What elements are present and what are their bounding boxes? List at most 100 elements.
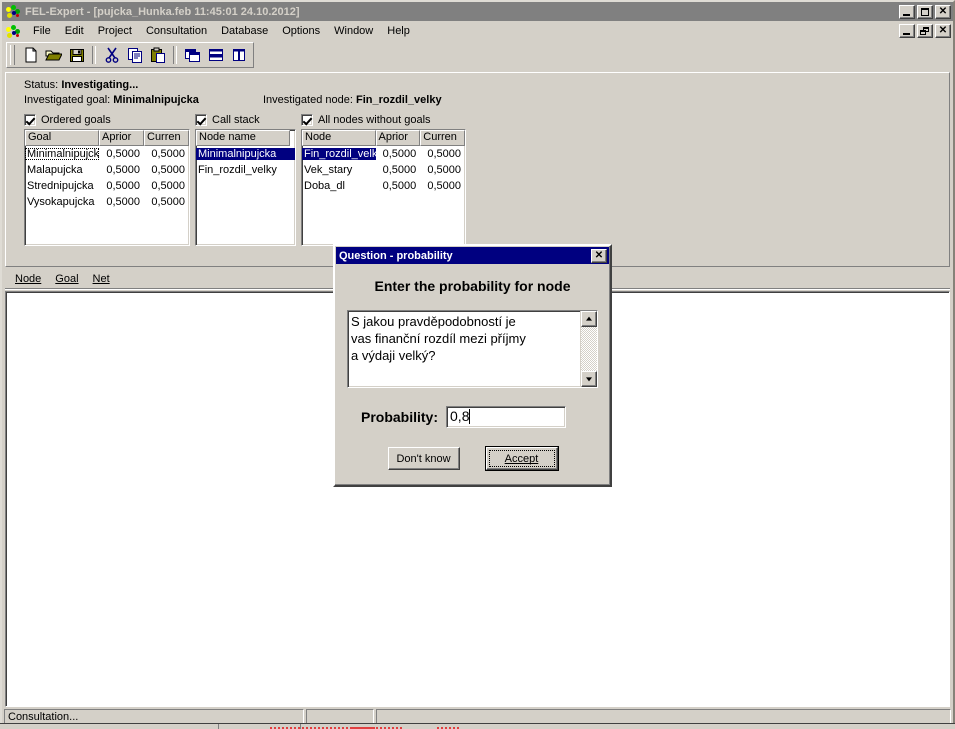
dialog-close-button[interactable]: ✕: [591, 248, 607, 263]
minimize-button[interactable]: [899, 4, 915, 19]
column-header-aprior[interactable]: Aprior: [375, 130, 421, 146]
question-text: S jakou pravděpodobností je vas finanční…: [351, 314, 526, 363]
toolbar-separator-2: [173, 46, 177, 64]
mdi-document-icon[interactable]: [5, 24, 21, 39]
open-folder-icon: [45, 50, 62, 61]
call-stack-node-name: Minimalnipujcka: [196, 148, 295, 160]
focus-indicator: [488, 450, 555, 467]
list-item[interactable]: Fin_rozdil_velky: [196, 162, 295, 178]
menu-item-consultation[interactable]: Consultation: [139, 23, 214, 39]
question-scrollbar[interactable]: [580, 311, 597, 387]
ordered-goals-columns: Goal Aprior Curren: [25, 130, 189, 146]
probability-label: Probability:: [361, 409, 439, 425]
node-aprior: 0,5000: [382, 180, 417, 192]
menu-item-options[interactable]: Options: [275, 23, 327, 39]
all-nodes-panel: All nodes without goals Node Aprior Curr…: [301, 113, 466, 246]
close-icon: ✕: [938, 5, 948, 17]
column-header-node[interactable]: Node: [302, 130, 376, 146]
goal-current: 0,5000: [151, 196, 185, 208]
mdi-menu-item-net[interactable]: Net: [87, 272, 118, 286]
all-nodes-listview[interactable]: Node Aprior Curren Fin_rozdil_velky 0,50…: [301, 129, 466, 246]
child-minimize-button[interactable]: [899, 24, 915, 38]
node-aprior: 0,5000: [382, 164, 417, 176]
maximize-button[interactable]: [917, 4, 933, 19]
node-current: 0,5000: [427, 180, 461, 192]
node-name: Vek_stary: [304, 164, 353, 176]
ordered-goals-checkbox[interactable]: [24, 114, 36, 126]
node-current: 0,5000: [427, 164, 461, 176]
table-row[interactable]: Vek_stary 0,5000 0,5000: [302, 162, 465, 178]
probability-row: Probability: 0,8: [335, 406, 610, 428]
consultation-lists: Ordered goals Goal Aprior Curren Minimal…: [24, 113, 949, 246]
tile-vertical-icon: [232, 49, 245, 61]
close-button[interactable]: ✕: [935, 4, 951, 19]
menu-item-database[interactable]: Database: [214, 23, 275, 39]
child-restore-button[interactable]: [917, 24, 933, 38]
main-window-controls: ✕: [899, 4, 951, 19]
background-window-edge: [0, 723, 955, 729]
scrollbar-track[interactable]: [581, 327, 597, 371]
mdi-menu-goal-label: Goal: [55, 273, 79, 285]
status-line: Status: Investigating...: [24, 79, 949, 91]
menu-item-file[interactable]: File: [26, 23, 58, 39]
main-toolbar: [2, 41, 953, 69]
call-stack-header[interactable]: Call stack: [195, 113, 296, 127]
paste-button[interactable]: [146, 44, 169, 66]
mdi-menu-item-goal[interactable]: Goal: [49, 272, 86, 286]
column-header-node-name[interactable]: Node name: [196, 130, 290, 146]
call-stack-listview[interactable]: Node name Minimalnipujcka Fin_rozdil_vel…: [195, 129, 296, 246]
scroll-down-arrow-icon[interactable]: [581, 371, 597, 387]
call-stack-checkbox[interactable]: [195, 114, 207, 126]
column-header-curren[interactable]: Curren: [144, 130, 189, 146]
probability-input[interactable]: 0,8: [446, 406, 567, 428]
save-button[interactable]: [65, 44, 88, 66]
goal-name: Strednipujcka: [27, 180, 94, 192]
copy-icon: [127, 48, 142, 63]
table-row[interactable]: Fin_rozdil_velky 0,5000 0,5000: [302, 146, 465, 162]
tile-horizontal-button[interactable]: [204, 44, 227, 66]
menu-item-window[interactable]: Window: [327, 23, 380, 39]
dialog-heading: Enter the probability for node: [374, 278, 571, 294]
copy-button[interactable]: [123, 44, 146, 66]
column-header-goal[interactable]: Goal: [25, 130, 99, 146]
dialog-titlebar: Question - probability ✕: [336, 247, 609, 264]
investigated-goal-value: Minimalnipujcka: [113, 94, 199, 106]
mdi-menu-item-node[interactable]: Node: [9, 272, 49, 286]
scroll-up-arrow-icon[interactable]: [581, 311, 597, 327]
menu-item-help[interactable]: Help: [380, 23, 417, 39]
ordered-goals-header[interactable]: Ordered goals: [24, 113, 190, 127]
dont-know-label: Don't know: [396, 452, 451, 465]
ordered-goals-listview[interactable]: Goal Aprior Curren Minimalnipujcka 0,500…: [24, 129, 190, 246]
table-row[interactable]: Doba_dl 0,5000 0,5000: [302, 178, 465, 194]
call-stack-panel: Call stack Node name Minimalnipujcka Fin…: [195, 113, 296, 246]
status-label: Status:: [24, 79, 59, 91]
node-name: Fin_rozdil_velky: [302, 148, 376, 160]
menu-item-project[interactable]: Project: [91, 23, 139, 39]
goal-name: Vysokapujcka: [27, 196, 95, 208]
tile-vertical-button[interactable]: [227, 44, 250, 66]
mdi-child-window-controls: ✕: [899, 24, 951, 38]
all-nodes-header[interactable]: All nodes without goals: [301, 113, 466, 127]
child-close-icon: ✕: [938, 25, 948, 36]
tile-horizontal-icon: [208, 49, 223, 61]
table-row[interactable]: Vysokapujcka 0,5000 0,5000: [25, 194, 189, 210]
investigation-line: Investigated goal: Minimalnipujcka Inves…: [24, 94, 949, 106]
goal-current: 0,5000: [151, 148, 185, 160]
table-row[interactable]: Malapujcka 0,5000 0,5000: [25, 162, 189, 178]
cascade-button[interactable]: [181, 44, 204, 66]
open-button[interactable]: [42, 44, 65, 66]
accept-button[interactable]: Accept: [485, 447, 558, 470]
new-button[interactable]: [19, 44, 42, 66]
table-row[interactable]: Minimalnipujcka 0,5000 0,5000: [25, 146, 189, 162]
question-text-box[interactable]: S jakou pravděpodobností je vas finanční…: [347, 310, 598, 388]
column-header-aprior[interactable]: Aprior: [99, 130, 144, 146]
dont-know-button[interactable]: Don't know: [387, 447, 460, 470]
toolbar-grip[interactable]: [10, 45, 15, 65]
cut-button[interactable]: [100, 44, 123, 66]
child-close-button[interactable]: ✕: [935, 24, 951, 38]
table-row[interactable]: Strednipujcka 0,5000 0,5000: [25, 178, 189, 194]
list-item[interactable]: Minimalnipujcka: [196, 146, 295, 162]
all-nodes-checkbox[interactable]: [301, 114, 313, 126]
menu-item-edit[interactable]: Edit: [58, 23, 91, 39]
column-header-curren[interactable]: Curren: [420, 130, 465, 146]
